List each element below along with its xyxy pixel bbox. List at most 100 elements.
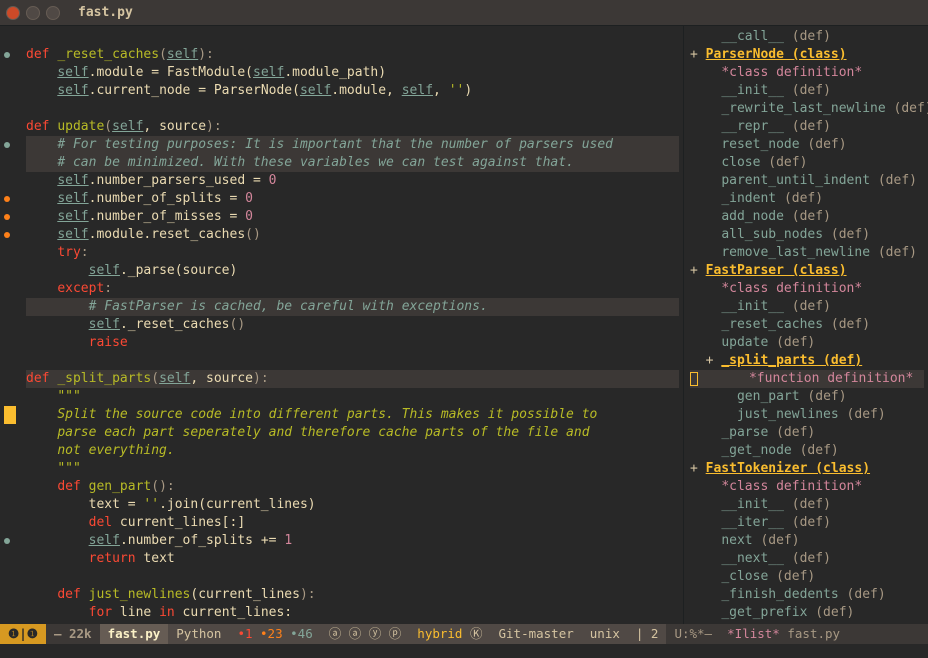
code-line[interactable]: self.number_of_splits = 0	[26, 190, 679, 208]
expand-plus-icon[interactable]: +	[690, 263, 706, 278]
code-line[interactable]: text = ''.join(current_lines)	[26, 496, 679, 514]
gutter-row	[0, 586, 26, 604]
token-op: +=	[261, 533, 284, 548]
token-par: ,	[433, 83, 449, 98]
outline-def-name: __init__	[721, 299, 784, 314]
minibuffer[interactable]	[0, 644, 928, 658]
code-line[interactable]	[26, 28, 679, 46]
code-line[interactable]	[26, 352, 679, 370]
outline-def-name: __repr__	[721, 119, 784, 134]
code-line[interactable]: self._reset_caches()	[26, 316, 679, 334]
expand-plus-icon[interactable]: +	[706, 353, 722, 368]
outline-item[interactable]: _parse (def)	[690, 424, 924, 442]
code-line[interactable]: self.module.reset_caches()	[26, 226, 679, 244]
code-line[interactable]: raise	[26, 334, 679, 352]
token-par	[26, 425, 57, 440]
gutter-row	[0, 154, 26, 172]
outline-item[interactable]: __iter__ (def)	[690, 514, 924, 532]
token-par: .number_of_splits	[89, 191, 230, 206]
outline-pane[interactable]: __call__ (def)+ ParserNode (class) *clas…	[684, 26, 928, 624]
code-line[interactable]: for line in current_lines:	[26, 604, 679, 622]
outline-item[interactable]: *class definition*	[690, 478, 924, 496]
outline-item[interactable]: gen_part (def)	[690, 388, 924, 406]
outline-item[interactable]: just_newlines (def)	[690, 406, 924, 424]
code-line[interactable]: def update(self, source):	[26, 118, 679, 136]
gutter-row	[0, 334, 26, 352]
code-line[interactable]	[26, 568, 679, 586]
outline-item[interactable]: parent_until_indent (def)	[690, 172, 924, 190]
outline-item[interactable]: _reset_caches (def)	[690, 316, 924, 334]
outline-item[interactable]: *function definition*	[690, 370, 924, 388]
code-line[interactable]: # FastParser is cached, be careful with …	[26, 298, 679, 316]
expand-plus-icon[interactable]: +	[690, 47, 706, 62]
code-line[interactable]: def _reset_caches(self):	[26, 46, 679, 64]
outline-item[interactable]: update (def)	[690, 334, 924, 352]
outline-item[interactable]: __repr__ (def)	[690, 118, 924, 136]
outline-item[interactable]: *class definition*	[690, 64, 924, 82]
code-line[interactable]: self.number_of_splits += 1	[26, 532, 679, 550]
close-icon[interactable]	[6, 6, 20, 20]
outline-item[interactable]: _close (def)	[690, 568, 924, 586]
outline-item[interactable]: _get_prefix (def)	[690, 604, 924, 622]
code-line[interactable]: self._parse(source)	[26, 262, 679, 280]
token-pun: :	[104, 281, 112, 296]
outline-item[interactable]: remove_last_newline (def)	[690, 244, 924, 262]
code-line[interactable]: del current_lines[:]	[26, 514, 679, 532]
ml-hybrid-label: hybrid	[417, 625, 462, 643]
outline-item[interactable]: *class definition*	[690, 280, 924, 298]
outline-item[interactable]: + FastTokenizer (class)	[690, 460, 924, 478]
outline-class-name: FastParser (class)	[706, 263, 847, 278]
code-line[interactable]: not everything.	[26, 442, 679, 460]
token-self: self	[57, 173, 88, 188]
editor-code[interactable]: def _reset_caches(self): self.module = F…	[26, 26, 683, 624]
outline-item[interactable]: _finish_dedents (def)	[690, 586, 924, 604]
outline-item[interactable]: + _split_parts (def)	[690, 352, 924, 370]
gutter-row	[0, 370, 26, 388]
editor-pane[interactable]: def _reset_caches(self): self.module = F…	[0, 26, 684, 624]
code-line[interactable]: """	[26, 388, 679, 406]
token-self: self	[57, 191, 88, 206]
code-line[interactable]: """	[26, 460, 679, 478]
outline-item[interactable]: reset_node (def)	[690, 136, 924, 154]
code-line[interactable]: self.number_parsers_used = 0	[26, 172, 679, 190]
outline-item[interactable]: _indent (def)	[690, 190, 924, 208]
minimize-icon[interactable]	[26, 6, 40, 20]
code-line[interactable]	[26, 100, 679, 118]
outline-item[interactable]: add_node (def)	[690, 208, 924, 226]
code-line[interactable]: return text	[26, 550, 679, 568]
outline-item[interactable]: __init__ (def)	[690, 298, 924, 316]
code-line[interactable]: def gen_part():	[26, 478, 679, 496]
outline-item[interactable]: all_sub_nodes (def)	[690, 226, 924, 244]
outline-item[interactable]: + ParserNode (class)	[690, 46, 924, 64]
code-line[interactable]: self.current_node = ParserNode(self.modu…	[26, 82, 679, 100]
code-line[interactable]: def just_newlines(current_lines):	[26, 586, 679, 604]
outline-item[interactable]: __init__ (def)	[690, 496, 924, 514]
token-fn: _reset_caches	[57, 47, 159, 62]
code-line[interactable]: self.number_of_misses = 0	[26, 208, 679, 226]
ml-minor-modes: ⓐ ⓐ ⓨ ⓟ	[321, 624, 410, 644]
outline-def-name: __init__	[721, 83, 784, 98]
code-line[interactable]: try:	[26, 244, 679, 262]
code-line[interactable]: parse each part seperately and therefore…	[26, 424, 679, 442]
maximize-icon[interactable]	[46, 6, 60, 20]
outline-item[interactable]: next (def)	[690, 532, 924, 550]
code-line[interactable]: # can be minimized. With these variables…	[26, 154, 679, 172]
outline-item[interactable]: _get_node (def)	[690, 442, 924, 460]
token-fn: gen_part	[89, 479, 152, 494]
token-pun: ()	[245, 227, 261, 242]
code-line[interactable]: def _split_parts(self, source):	[26, 370, 679, 388]
expand-plus-icon[interactable]: +	[690, 461, 706, 476]
outline-item[interactable]: _rewrite_last_newline (def)	[690, 100, 924, 118]
code-line[interactable]: Split the source code into different par…	[26, 406, 679, 424]
code-line[interactable]: # For testing purposes: It is important …	[26, 136, 679, 154]
outline-item[interactable]: __next__ (def)	[690, 550, 924, 568]
ml-right-mode: *Ilist*	[727, 625, 780, 643]
token-par	[26, 335, 89, 350]
outline-item[interactable]: __call__ (def)	[690, 28, 924, 46]
code-line[interactable]: self.module = FastModule(self.module_pat…	[26, 64, 679, 82]
outline-item[interactable]: + FastParser (class)	[690, 262, 924, 280]
code-line[interactable]: except:	[26, 280, 679, 298]
outline-item[interactable]: close (def)	[690, 154, 924, 172]
outline-item[interactable]: __init__ (def)	[690, 82, 924, 100]
modeline: ❶|❶ — 22k fast.py Python •1 •23 •46 ⓐ ⓐ …	[0, 624, 928, 644]
